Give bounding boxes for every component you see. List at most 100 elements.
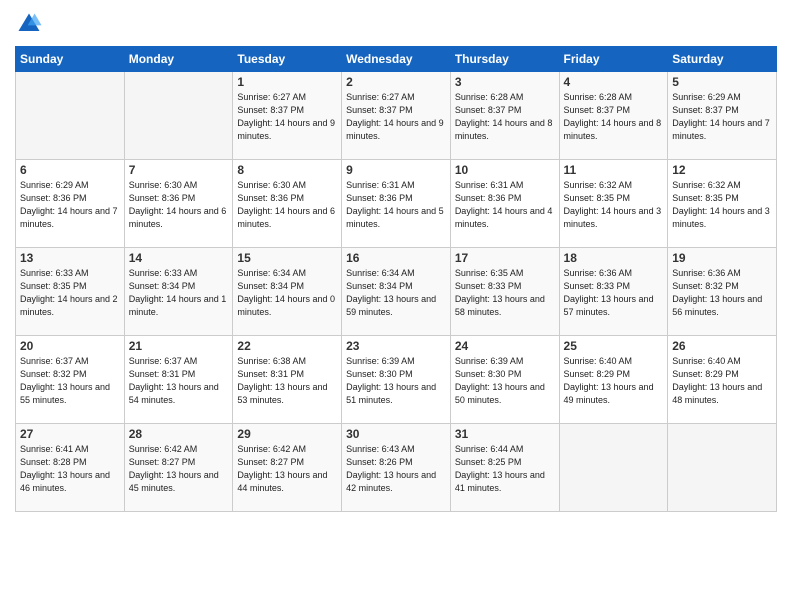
- day-info: Sunrise: 6:37 AM Sunset: 8:31 PM Dayligh…: [129, 355, 229, 407]
- day-number: 5: [672, 75, 772, 89]
- day-info: Sunrise: 6:31 AM Sunset: 8:36 PM Dayligh…: [346, 179, 446, 231]
- day-number: 30: [346, 427, 446, 441]
- day-number: 3: [455, 75, 555, 89]
- day-info: Sunrise: 6:28 AM Sunset: 8:37 PM Dayligh…: [564, 91, 664, 143]
- calendar-cell: 1 Sunrise: 6:27 AM Sunset: 8:37 PM Daylig…: [233, 72, 342, 160]
- calendar-cell: 22Sunrise: 6:38 AM Sunset: 8:31 PM Dayli…: [233, 336, 342, 424]
- day-number: 11: [564, 163, 664, 177]
- day-number: 28: [129, 427, 229, 441]
- day-number: 13: [20, 251, 120, 265]
- day-info: Sunrise: 6:29 AM Sunset: 8:36 PM Dayligh…: [20, 179, 120, 231]
- header: [15, 10, 777, 38]
- calendar-cell: 24 Sunrise: 6:39 AM Sunset: 8:30 PM Dayli…: [450, 336, 559, 424]
- day-info: Sunrise: 6:42 AM Sunset: 8:27 PM Dayligh…: [129, 443, 229, 495]
- weekday-header-tuesday: Tuesday: [233, 47, 342, 72]
- day-info: Sunrise: 6:27 AM Sunset: 8:37 PM Dayligh…: [237, 91, 337, 143]
- week-row-4: 20Sunrise: 6:37 AM Sunset: 8:32 PM Dayli…: [16, 336, 777, 424]
- calendar-cell: 18 Sunrise: 6:36 AM Sunset: 8:33 PM Dayli…: [559, 248, 668, 336]
- day-info: Sunrise: 6:33 AM Sunset: 8:34 PM Dayligh…: [129, 267, 229, 319]
- day-number: 17: [455, 251, 555, 265]
- week-row-2: 6 Sunrise: 6:29 AM Sunset: 8:36 PM Daylig…: [16, 160, 777, 248]
- weekday-header-row: SundayMondayTuesdayWednesdayThursdayFrid…: [16, 47, 777, 72]
- calendar: SundayMondayTuesdayWednesdayThursdayFrid…: [15, 46, 777, 512]
- calendar-cell: 4 Sunrise: 6:28 AM Sunset: 8:37 PM Daylig…: [559, 72, 668, 160]
- day-info: Sunrise: 6:32 AM Sunset: 8:35 PM Dayligh…: [564, 179, 664, 231]
- day-number: 24: [455, 339, 555, 353]
- day-number: 19: [672, 251, 772, 265]
- calendar-cell: [16, 72, 125, 160]
- calendar-cell: [559, 424, 668, 512]
- day-number: 12: [672, 163, 772, 177]
- calendar-cell: 28 Sunrise: 6:42 AM Sunset: 8:27 PM Dayli…: [124, 424, 233, 512]
- day-number: 26: [672, 339, 772, 353]
- weekday-header-thursday: Thursday: [450, 47, 559, 72]
- day-info: Sunrise: 6:41 AM Sunset: 8:28 PM Dayligh…: [20, 443, 120, 495]
- calendar-cell: 2 Sunrise: 6:27 AM Sunset: 8:37 PM Daylig…: [342, 72, 451, 160]
- day-info: Sunrise: 6:29 AM Sunset: 8:37 PM Dayligh…: [672, 91, 772, 143]
- calendar-cell: 21 Sunrise: 6:37 AM Sunset: 8:31 PM Dayli…: [124, 336, 233, 424]
- day-number: 25: [564, 339, 664, 353]
- day-info: Sunrise: 6:31 AM Sunset: 8:36 PM Dayligh…: [455, 179, 555, 231]
- day-number: 14: [129, 251, 229, 265]
- calendar-cell: 14 Sunrise: 6:33 AM Sunset: 8:34 PM Dayli…: [124, 248, 233, 336]
- calendar-cell: 15Sunrise: 6:34 AM Sunset: 8:34 PM Dayli…: [233, 248, 342, 336]
- weekday-header-wednesday: Wednesday: [342, 47, 451, 72]
- day-info: Sunrise: 6:30 AM Sunset: 8:36 PM Dayligh…: [237, 179, 337, 231]
- calendar-cell: 12Sunrise: 6:32 AM Sunset: 8:35 PM Dayli…: [668, 160, 777, 248]
- calendar-cell: 29 Sunrise: 6:42 AM Sunset: 8:27 PM Dayli…: [233, 424, 342, 512]
- day-number: 6: [20, 163, 120, 177]
- day-number: 29: [237, 427, 337, 441]
- day-info: Sunrise: 6:30 AM Sunset: 8:36 PM Dayligh…: [129, 179, 229, 231]
- day-number: 22: [237, 339, 337, 353]
- calendar-cell: 7 Sunrise: 6:30 AM Sunset: 8:36 PM Daylig…: [124, 160, 233, 248]
- day-number: 18: [564, 251, 664, 265]
- day-number: 7: [129, 163, 229, 177]
- day-number: 10: [455, 163, 555, 177]
- weekday-header-sunday: Sunday: [16, 47, 125, 72]
- day-number: 23: [346, 339, 446, 353]
- day-number: 4: [564, 75, 664, 89]
- calendar-cell: 16 Sunrise: 6:34 AM Sunset: 8:34 PM Dayli…: [342, 248, 451, 336]
- day-info: Sunrise: 6:34 AM Sunset: 8:34 PM Dayligh…: [346, 267, 446, 319]
- weekday-header-monday: Monday: [124, 47, 233, 72]
- day-number: 20: [20, 339, 120, 353]
- day-number: 27: [20, 427, 120, 441]
- week-row-1: 1 Sunrise: 6:27 AM Sunset: 8:37 PM Daylig…: [16, 72, 777, 160]
- day-number: 15: [237, 251, 337, 265]
- calendar-cell: 5 Sunrise: 6:29 AM Sunset: 8:37 PM Daylig…: [668, 72, 777, 160]
- calendar-cell: [668, 424, 777, 512]
- calendar-cell: 23 Sunrise: 6:39 AM Sunset: 8:30 PM Dayli…: [342, 336, 451, 424]
- calendar-cell: [124, 72, 233, 160]
- calendar-cell: 31Sunrise: 6:44 AM Sunset: 8:25 PM Dayli…: [450, 424, 559, 512]
- calendar-cell: 25 Sunrise: 6:40 AM Sunset: 8:29 PM Dayli…: [559, 336, 668, 424]
- day-info: Sunrise: 6:40 AM Sunset: 8:29 PM Dayligh…: [564, 355, 664, 407]
- day-info: Sunrise: 6:36 AM Sunset: 8:33 PM Dayligh…: [564, 267, 664, 319]
- calendar-cell: 19 Sunrise: 6:36 AM Sunset: 8:32 PM Dayli…: [668, 248, 777, 336]
- weekday-header-saturday: Saturday: [668, 47, 777, 72]
- day-info: Sunrise: 6:39 AM Sunset: 8:30 PM Dayligh…: [346, 355, 446, 407]
- day-info: Sunrise: 6:42 AM Sunset: 8:27 PM Dayligh…: [237, 443, 337, 495]
- calendar-cell: 6 Sunrise: 6:29 AM Sunset: 8:36 PM Daylig…: [16, 160, 125, 248]
- day-info: Sunrise: 6:39 AM Sunset: 8:30 PM Dayligh…: [455, 355, 555, 407]
- day-info: Sunrise: 6:35 AM Sunset: 8:33 PM Dayligh…: [455, 267, 555, 319]
- day-number: 9: [346, 163, 446, 177]
- calendar-cell: 30 Sunrise: 6:43 AM Sunset: 8:26 PM Dayli…: [342, 424, 451, 512]
- day-info: Sunrise: 6:36 AM Sunset: 8:32 PM Dayligh…: [672, 267, 772, 319]
- calendar-cell: 10 Sunrise: 6:31 AM Sunset: 8:36 PM Dayli…: [450, 160, 559, 248]
- day-number: 2: [346, 75, 446, 89]
- calendar-cell: 8 Sunrise: 6:30 AM Sunset: 8:36 PM Daylig…: [233, 160, 342, 248]
- day-info: Sunrise: 6:27 AM Sunset: 8:37 PM Dayligh…: [346, 91, 446, 143]
- week-row-5: 27 Sunrise: 6:41 AM Sunset: 8:28 PM Dayli…: [16, 424, 777, 512]
- calendar-cell: 20Sunrise: 6:37 AM Sunset: 8:32 PM Dayli…: [16, 336, 125, 424]
- day-number: 21: [129, 339, 229, 353]
- day-info: Sunrise: 6:43 AM Sunset: 8:26 PM Dayligh…: [346, 443, 446, 495]
- logo-icon: [15, 10, 43, 38]
- day-number: 31: [455, 427, 555, 441]
- calendar-cell: 13Sunrise: 6:33 AM Sunset: 8:35 PM Dayli…: [16, 248, 125, 336]
- week-row-3: 13Sunrise: 6:33 AM Sunset: 8:35 PM Dayli…: [16, 248, 777, 336]
- day-number: 1: [237, 75, 337, 89]
- day-number: 16: [346, 251, 446, 265]
- logo: [15, 10, 47, 38]
- calendar-cell: 26Sunrise: 6:40 AM Sunset: 8:29 PM Dayli…: [668, 336, 777, 424]
- day-number: 8: [237, 163, 337, 177]
